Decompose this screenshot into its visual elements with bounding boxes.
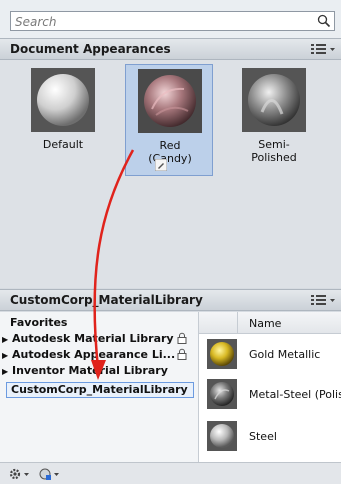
list-item[interactable]: Metal-Steel (Polis <box>199 376 341 414</box>
sphere-swatch-icon <box>138 69 202 133</box>
expand-arrow-icon[interactable]: ▶ <box>2 367 12 376</box>
materials-list-header: Name <box>199 312 341 334</box>
tile-label: Red (Candy) <box>148 139 192 165</box>
document-appearances-header: Document Appearances <box>0 38 341 60</box>
search-input[interactable] <box>15 14 305 29</box>
list-item[interactable]: Gold Metallic <box>199 336 341 374</box>
lock-icon <box>177 348 187 360</box>
expand-arrow-icon[interactable]: ▶ <box>2 335 12 344</box>
material-name: Metal-Steel (Polis <box>249 388 341 401</box>
materials-list: Name Gold Metallic Metal-Steel (Polis St… <box>198 312 341 462</box>
library-title: CustomCorp_MaterialLibrary <box>10 293 203 307</box>
library-header: CustomCorp_MaterialLibrary <box>0 289 341 311</box>
material-name: Steel <box>249 430 277 443</box>
tree-item-autodesk-appearance-library[interactable]: ▶ Autodesk Appearance Li... <box>2 348 175 362</box>
gold-sphere-thumbnail <box>207 339 237 369</box>
expand-arrow-icon[interactable]: ▶ <box>2 351 12 360</box>
view-options-icon[interactable] <box>309 42 337 56</box>
appearance-browser: Document Appearances Default <box>0 0 341 484</box>
search-row <box>0 0 341 38</box>
tile-label: Semi- Polished <box>251 138 297 164</box>
appearance-tile-red-candy[interactable]: Red (Candy) <box>125 64 213 176</box>
tile-label: Default <box>42 138 84 151</box>
material-editor-icon[interactable] <box>38 466 64 482</box>
tree-item-favorites[interactable]: Favorites <box>10 316 67 330</box>
tree-item-autodesk-material-library[interactable]: ▶ Autodesk Material Library <box>2 332 174 346</box>
bottom-toolbar <box>0 462 341 484</box>
column-header-name[interactable]: Name <box>249 317 281 330</box>
gear-menu-icon[interactable] <box>8 466 34 482</box>
column-divider[interactable] <box>237 312 238 334</box>
document-appearances-title: Document Appearances <box>10 42 171 56</box>
search-icon[interactable] <box>317 14 331 28</box>
sphere-swatch-icon <box>242 68 306 132</box>
steel-sphere-thumbnail <box>207 379 237 409</box>
view-options-icon[interactable] <box>309 293 337 307</box>
library-tree: Favorites ▶ Autodesk Material Library ▶ Au… <box>0 312 198 462</box>
lock-icon <box>177 332 187 344</box>
sphere-swatch-icon <box>31 68 95 132</box>
material-name: Gold Metallic <box>249 348 321 361</box>
appearance-tile-default[interactable]: Default <box>19 64 107 176</box>
steel-sphere-thumbnail <box>207 421 237 451</box>
list-item[interactable]: Steel <box>199 418 341 456</box>
tree-item-inventor-material-library[interactable]: ▶ Inventor Material Library <box>2 364 168 378</box>
document-appearances-area: Default Red (Candy) Semi- Polished <box>0 60 341 288</box>
appearance-tile-semi-polished[interactable]: Semi- Polished <box>230 64 318 176</box>
library-content: Favorites ▶ Autodesk Material Library ▶ Au… <box>0 312 341 462</box>
edit-pencil-icon[interactable] <box>155 159 167 171</box>
tree-item-customcorp-materiallibrary[interactable]: CustomCorp_MaterialLibrary <box>6 382 194 398</box>
search-box[interactable] <box>10 11 335 31</box>
